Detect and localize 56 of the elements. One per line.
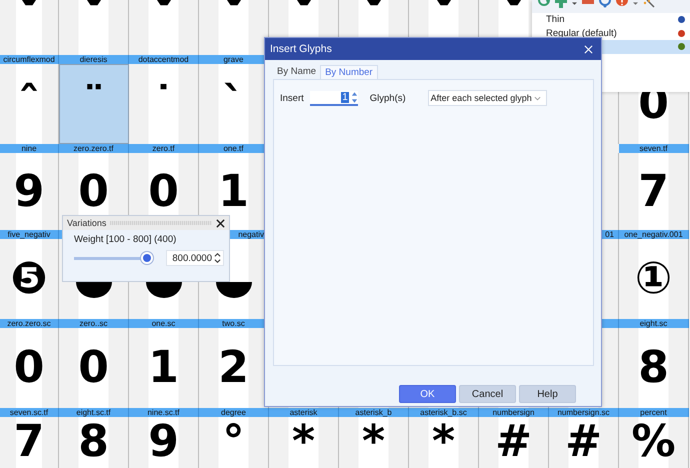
glyph-label: nine	[0, 144, 59, 153]
panel-title: Variations	[67, 218, 106, 228]
glyph-label: five_negativ	[0, 230, 59, 239]
glyph: *	[292, 420, 315, 464]
glyph-label: eight.sc.tf	[59, 408, 129, 417]
glyph-label: one.sc	[129, 319, 199, 328]
glyph: ˆ	[18, 82, 40, 126]
glyph: ¨	[83, 82, 105, 126]
glyph-label: zero.zero.tf	[59, 144, 129, 153]
dialog-title: Insert Glyphs	[270, 43, 332, 55]
glyph-label: asterisk	[269, 408, 339, 417]
glyph: *	[432, 420, 455, 464]
glyph-label: zero.tf	[129, 144, 199, 153]
glyph: 7	[638, 170, 669, 214]
glyph-label: seven.tf	[619, 144, 689, 153]
glyph: ❺	[10, 257, 48, 301]
glyph: 9	[14, 170, 44, 214]
glyph: 1	[148, 346, 179, 390]
glyph-label: numbersign.sc	[549, 408, 619, 417]
glyph-label: circumflexmod	[0, 55, 59, 64]
glyph: 0	[14, 346, 44, 390]
master-name: Thin	[546, 14, 564, 26]
glyph: °	[222, 420, 244, 464]
glyph-label: numbersign	[479, 408, 549, 417]
glyph: 1	[218, 170, 249, 214]
glyph-label: one_negativ.001	[619, 230, 689, 239]
glyphs-label: Glyph(s)	[370, 92, 406, 104]
glyph-label: zero.zero.sc	[0, 319, 59, 328]
glyph-label: asterisk_b.sc	[409, 408, 479, 417]
glyph: 0	[78, 346, 109, 390]
glyph-label: seven.sc.tf	[0, 408, 59, 417]
glyph: ˋ	[222, 82, 244, 126]
glyph: %	[631, 420, 676, 464]
glyph: ①	[634, 257, 672, 301]
glyph-label: eight.sc	[619, 319, 689, 328]
glyph: 2	[218, 346, 249, 390]
glyph-label: asterisk_b	[339, 408, 409, 417]
glyph-label: degree	[199, 408, 269, 417]
glyph: 0	[78, 170, 109, 214]
glyph-label: percent	[619, 408, 689, 417]
glyph: #	[565, 420, 602, 464]
master-name: Regular (default)	[546, 28, 617, 39]
glyph: ˙	[152, 82, 174, 126]
glyph: 9	[148, 420, 179, 464]
glyph: 0	[148, 170, 179, 214]
glyph: #	[495, 420, 532, 464]
glyph-label: dotaccentmod	[129, 55, 199, 64]
glyph: 8	[638, 346, 669, 390]
glyph-label: dieresis	[59, 55, 129, 64]
glyph-label: nine.sc.tf	[129, 408, 199, 417]
glyph-label: zero..sc	[59, 319, 129, 328]
axis-label: Weight [100 - 800] (400)	[74, 234, 178, 245]
glyph: *	[362, 420, 385, 464]
glyph: 7	[14, 420, 44, 464]
insert-label: Insert	[280, 92, 304, 104]
glyph: 8	[78, 420, 109, 464]
